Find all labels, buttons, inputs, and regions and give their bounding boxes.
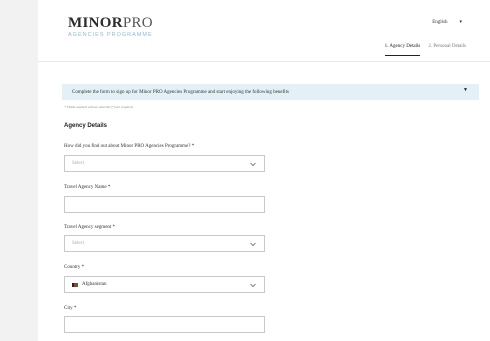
required-note: * Fields marked with an asterisk (*) are… xyxy=(64,105,133,109)
chevron-down-icon: ▾ xyxy=(459,20,462,25)
city-label: City * xyxy=(64,306,77,311)
benefits-banner[interactable]: Complete the form to sign up for Minor P… xyxy=(62,84,479,100)
step-agency-details[interactable]: 1. Agency Details xyxy=(384,44,421,56)
country-label: Country * xyxy=(64,265,85,270)
logo-minor: MINOR xyxy=(68,15,123,31)
header: MINORPRO AGENCIES PROGRAMME English ▾ 1.… xyxy=(38,0,490,62)
agency-name-input[interactable] xyxy=(64,196,265,213)
language-label: English xyxy=(432,19,448,25)
agency-segment-value: Select xyxy=(72,241,85,246)
afghanistan-flag-icon xyxy=(72,282,78,287)
found-out-label: How did you find out about Minor PRO Age… xyxy=(64,144,195,149)
city-input[interactable] xyxy=(64,316,265,333)
agency-name-label: Travel Agency Name * xyxy=(64,185,111,190)
country-select[interactable]: Afghanistan xyxy=(64,276,265,293)
country-value: Afghanistan xyxy=(82,282,107,287)
language-selector[interactable]: English ▾ xyxy=(432,19,462,26)
chevron-down-icon xyxy=(250,283,256,288)
found-out-value: Select xyxy=(72,161,85,166)
section-title: Agency Details xyxy=(64,123,108,129)
logo[interactable]: MINORPRO AGENCIES PROGRAMME xyxy=(68,16,153,39)
banner-text: Complete the form to sign up for Minor P… xyxy=(72,89,289,95)
logo-subtitle: AGENCIES PROGRAMME xyxy=(68,32,153,38)
agency-segment-select[interactable]: Select xyxy=(64,235,265,252)
expand-icon[interactable]: ▼ xyxy=(463,88,468,93)
step-personal-details[interactable]: 2. Personal Details xyxy=(428,44,466,56)
step-tabs: 1. Agency Details 2. Personal Details xyxy=(384,44,466,56)
page: MINORPRO AGENCIES PROGRAMME English ▾ 1.… xyxy=(38,0,490,341)
logo-pro: PRO xyxy=(122,15,153,31)
agency-segment-label: Travel Agency segment * xyxy=(64,225,116,230)
chevron-down-icon xyxy=(250,162,256,167)
chevron-down-icon xyxy=(250,242,256,247)
logo-wordmark: MINORPRO xyxy=(68,16,153,31)
found-out-select[interactable]: Select xyxy=(64,155,265,172)
